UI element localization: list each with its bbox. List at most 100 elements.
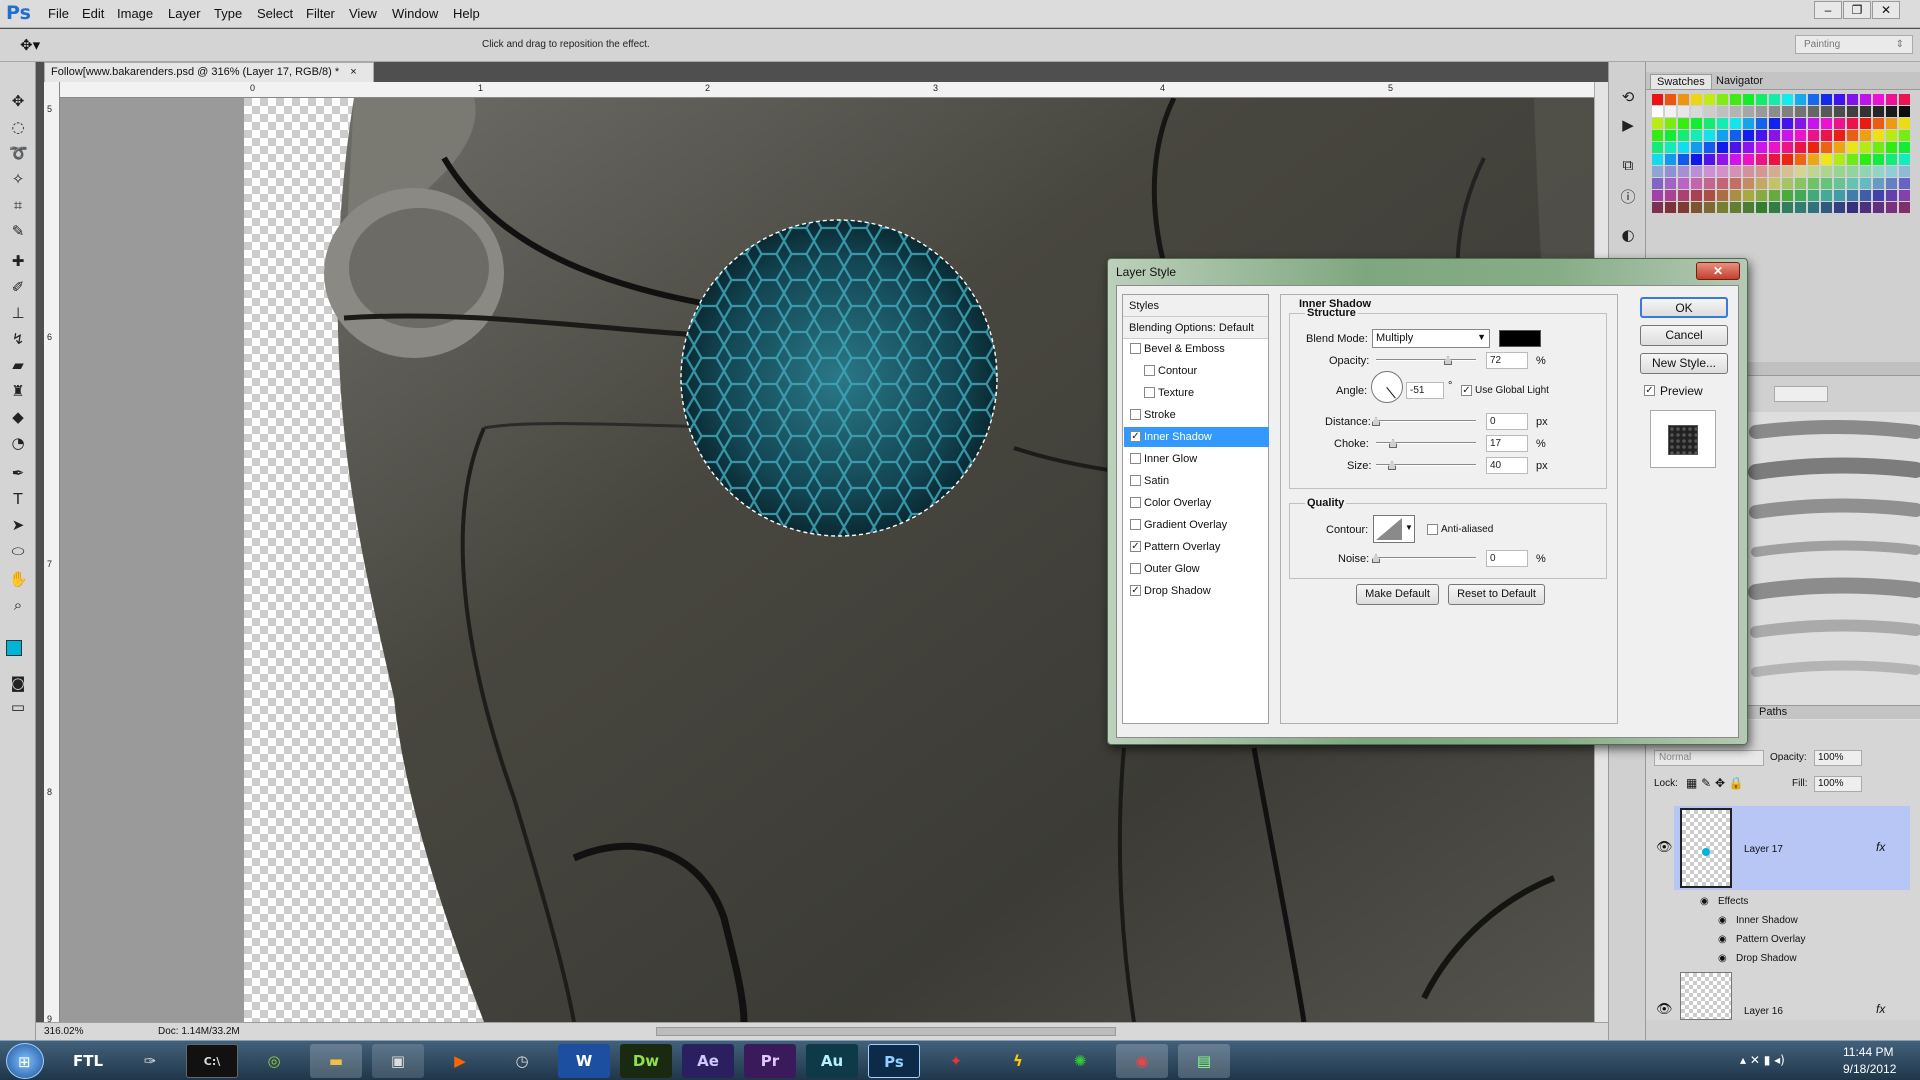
color-swatch[interactable] bbox=[1665, 202, 1676, 213]
color-swatch[interactable] bbox=[1886, 178, 1897, 189]
color-swatch[interactable] bbox=[1834, 190, 1845, 201]
angle-field[interactable]: -51 bbox=[1406, 382, 1444, 399]
color-swatch[interactable] bbox=[1691, 94, 1702, 105]
color-swatch[interactable] bbox=[1834, 154, 1845, 165]
reset-default-button[interactable]: Reset to Default bbox=[1448, 584, 1545, 605]
color-swatch[interactable] bbox=[1899, 106, 1910, 117]
horizontal-scrollbar[interactable] bbox=[656, 1027, 1116, 1036]
color-swatch[interactable] bbox=[1665, 166, 1676, 177]
menu-layer[interactable]: Layer bbox=[168, 6, 201, 21]
color-swatch[interactable] bbox=[1899, 154, 1910, 165]
color-swatch[interactable] bbox=[1808, 106, 1819, 117]
color-swatch[interactable] bbox=[1795, 94, 1806, 105]
taskbar-audition[interactable]: Au bbox=[806, 1044, 858, 1078]
color-swatch[interactable] bbox=[1691, 130, 1702, 141]
dialog-close-button[interactable]: ✕ bbox=[1696, 262, 1740, 280]
distance-slider[interactable] bbox=[1372, 417, 1476, 426]
color-swatch[interactable] bbox=[1873, 178, 1884, 189]
color-swatch[interactable] bbox=[1834, 202, 1845, 213]
color-swatch[interactable] bbox=[1704, 166, 1715, 177]
color-swatch[interactable] bbox=[1730, 94, 1741, 105]
color-swatch[interactable] bbox=[1717, 94, 1728, 105]
color-swatch[interactable] bbox=[1756, 190, 1767, 201]
healing-icon[interactable]: ✚ bbox=[9, 252, 27, 270]
color-swatch[interactable] bbox=[1886, 130, 1897, 141]
zoom-level[interactable]: 316.02% bbox=[44, 1026, 83, 1037]
style-row-pattern-overlay[interactable]: ✓ Pattern Overlay bbox=[1124, 537, 1269, 557]
color-swatch[interactable] bbox=[1795, 166, 1806, 177]
color-swatch[interactable] bbox=[1652, 166, 1663, 177]
color-swatch[interactable] bbox=[1886, 142, 1897, 153]
color-swatch[interactable] bbox=[1860, 130, 1871, 141]
color-swatch[interactable] bbox=[1834, 142, 1845, 153]
color-swatch[interactable] bbox=[1873, 106, 1884, 117]
layer-fill-field[interactable]: 100% bbox=[1814, 776, 1862, 792]
taskbar-red-app-icon[interactable]: ✦ bbox=[930, 1044, 982, 1078]
color-swatch[interactable] bbox=[1834, 106, 1845, 117]
color-swatch[interactable] bbox=[1704, 130, 1715, 141]
color-swatch[interactable] bbox=[1665, 142, 1676, 153]
tab-paths[interactable]: Paths bbox=[1753, 705, 1793, 721]
crop-icon[interactable]: ⌗ bbox=[9, 196, 27, 214]
color-swatch[interactable] bbox=[1873, 118, 1884, 129]
color-swatch[interactable] bbox=[1899, 118, 1910, 129]
style-checkbox[interactable]: ✓ bbox=[1130, 431, 1141, 442]
color-swatch[interactable] bbox=[1886, 166, 1897, 177]
color-swatch[interactable] bbox=[1743, 118, 1754, 129]
tab-swatches[interactable]: Swatches bbox=[1650, 74, 1712, 90]
blending-options[interactable]: Blending Options: Default bbox=[1123, 317, 1268, 339]
color-swatch[interactable] bbox=[1665, 94, 1676, 105]
style-checkbox[interactable] bbox=[1130, 409, 1141, 420]
color-swatch[interactable] bbox=[1795, 190, 1806, 201]
pen-icon[interactable]: ✒ bbox=[9, 464, 27, 482]
zoom-icon[interactable]: ⌕ bbox=[9, 596, 27, 614]
color-swatch[interactable] bbox=[1730, 118, 1741, 129]
color-swatch[interactable] bbox=[1834, 166, 1845, 177]
color-swatch[interactable] bbox=[1899, 166, 1910, 177]
color-swatch[interactable] bbox=[1730, 202, 1741, 213]
color-swatch[interactable] bbox=[1678, 178, 1689, 189]
fx-icon[interactable]: fx bbox=[1876, 1002, 1885, 1016]
color-swatch[interactable] bbox=[1860, 118, 1871, 129]
taskbar-monitor-icon[interactable]: ▤ bbox=[1178, 1044, 1230, 1078]
color-swatch[interactable] bbox=[1847, 94, 1858, 105]
color-swatch[interactable] bbox=[1886, 202, 1897, 213]
color-swatch[interactable] bbox=[1782, 142, 1793, 153]
color-swatch[interactable] bbox=[1834, 130, 1845, 141]
type-icon[interactable]: T bbox=[9, 490, 27, 508]
color-swatch[interactable] bbox=[1665, 118, 1676, 129]
style-checkbox[interactable] bbox=[1130, 453, 1141, 464]
history-brush-icon[interactable]: ↯ bbox=[9, 330, 27, 348]
color-swatch[interactable] bbox=[1847, 106, 1858, 117]
color-swatch[interactable] bbox=[1678, 154, 1689, 165]
color-swatch[interactable] bbox=[1821, 106, 1832, 117]
color-swatch[interactable] bbox=[1652, 106, 1663, 117]
color-swatch[interactable] bbox=[1691, 190, 1702, 201]
menu-help[interactable]: Help bbox=[453, 6, 480, 21]
taskbar-pen-tool-icon[interactable]: ✑ bbox=[124, 1044, 176, 1078]
color-swatch[interactable] bbox=[1808, 94, 1819, 105]
style-checkbox[interactable] bbox=[1130, 519, 1141, 530]
menu-view[interactable]: View bbox=[349, 6, 377, 21]
color-swatch[interactable] bbox=[1717, 142, 1728, 153]
color-swatch[interactable] bbox=[1782, 106, 1793, 117]
menu-file[interactable]: File bbox=[48, 6, 69, 21]
color-swatch[interactable] bbox=[1730, 142, 1741, 153]
color-swatch[interactable] bbox=[1860, 106, 1871, 117]
color-swatch[interactable] bbox=[1899, 130, 1910, 141]
menu-filter[interactable]: Filter bbox=[306, 6, 335, 21]
color-swatch[interactable] bbox=[1652, 130, 1663, 141]
color-swatch[interactable] bbox=[1821, 130, 1832, 141]
clock-time[interactable]: 11:44 PM bbox=[1843, 1045, 1893, 1059]
color-swatch[interactable] bbox=[1860, 178, 1871, 189]
color-swatch[interactable] bbox=[1730, 106, 1741, 117]
color-swatch[interactable] bbox=[1743, 202, 1754, 213]
size-field[interactable]: 40 bbox=[1486, 457, 1528, 474]
color-swatch[interactable] bbox=[1652, 142, 1663, 153]
color-swatch[interactable] bbox=[1665, 130, 1676, 141]
menu-image[interactable]: Image bbox=[117, 6, 153, 21]
color-swatch[interactable] bbox=[1652, 94, 1663, 105]
color-swatch[interactable] bbox=[1743, 178, 1754, 189]
color-swatch[interactable] bbox=[1730, 190, 1741, 201]
color-swatch[interactable] bbox=[1756, 154, 1767, 165]
